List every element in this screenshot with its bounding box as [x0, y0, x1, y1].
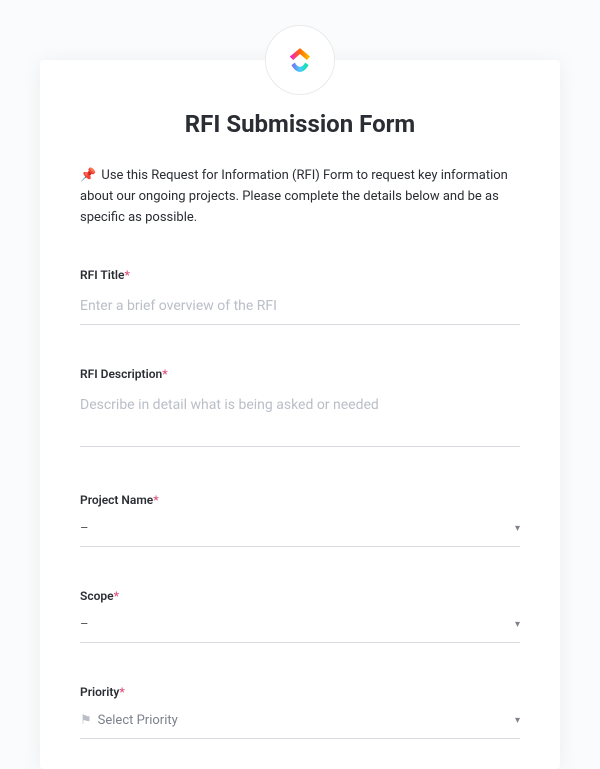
priority-label: Priority*	[80, 685, 520, 699]
required-mark: *	[124, 268, 129, 282]
rfi-description-input[interactable]	[80, 391, 520, 447]
scope-value: –	[80, 617, 89, 632]
project-name-value: –	[80, 521, 89, 536]
form-title: RFI Submission Form	[80, 110, 520, 138]
scope-select[interactable]: – ▾	[80, 613, 520, 643]
required-mark: *	[162, 367, 167, 381]
pushpin-icon: 📌	[80, 168, 96, 183]
chevron-down-icon: ▾	[515, 619, 520, 630]
project-name-select[interactable]: – ▾	[80, 517, 520, 547]
logo-container	[265, 25, 335, 95]
rfi-description-field: RFI Description*	[80, 367, 520, 451]
scope-label: Scope*	[80, 589, 520, 603]
required-mark: *	[119, 685, 124, 699]
intro-text: Use this Request for Information (RFI) F…	[80, 168, 508, 225]
rfi-description-label: RFI Description*	[80, 367, 520, 381]
chevron-down-icon: ▾	[515, 715, 520, 726]
required-mark: *	[114, 589, 119, 603]
priority-field: Priority* ⚑Select Priority ▾	[80, 685, 520, 739]
scope-field: Scope* – ▾	[80, 589, 520, 643]
priority-placeholder: ⚑Select Priority	[80, 713, 178, 728]
rfi-title-label: RFI Title*	[80, 268, 520, 282]
required-mark: *	[153, 493, 158, 507]
chevron-down-icon: ▾	[515, 523, 520, 534]
rfi-title-field: RFI Title*	[80, 268, 520, 325]
flag-icon: ⚑	[80, 713, 92, 728]
project-name-label: Project Name*	[80, 493, 520, 507]
rfi-title-input[interactable]	[80, 292, 520, 325]
form-intro: 📌 Use this Request for Information (RFI)…	[80, 166, 520, 228]
priority-select[interactable]: ⚑Select Priority ▾	[80, 709, 520, 739]
rfi-form-card: RFI Submission Form 📌 Use this Request f…	[40, 60, 560, 769]
clickup-logo-icon	[283, 43, 317, 77]
project-name-field: Project Name* – ▾	[80, 493, 520, 547]
